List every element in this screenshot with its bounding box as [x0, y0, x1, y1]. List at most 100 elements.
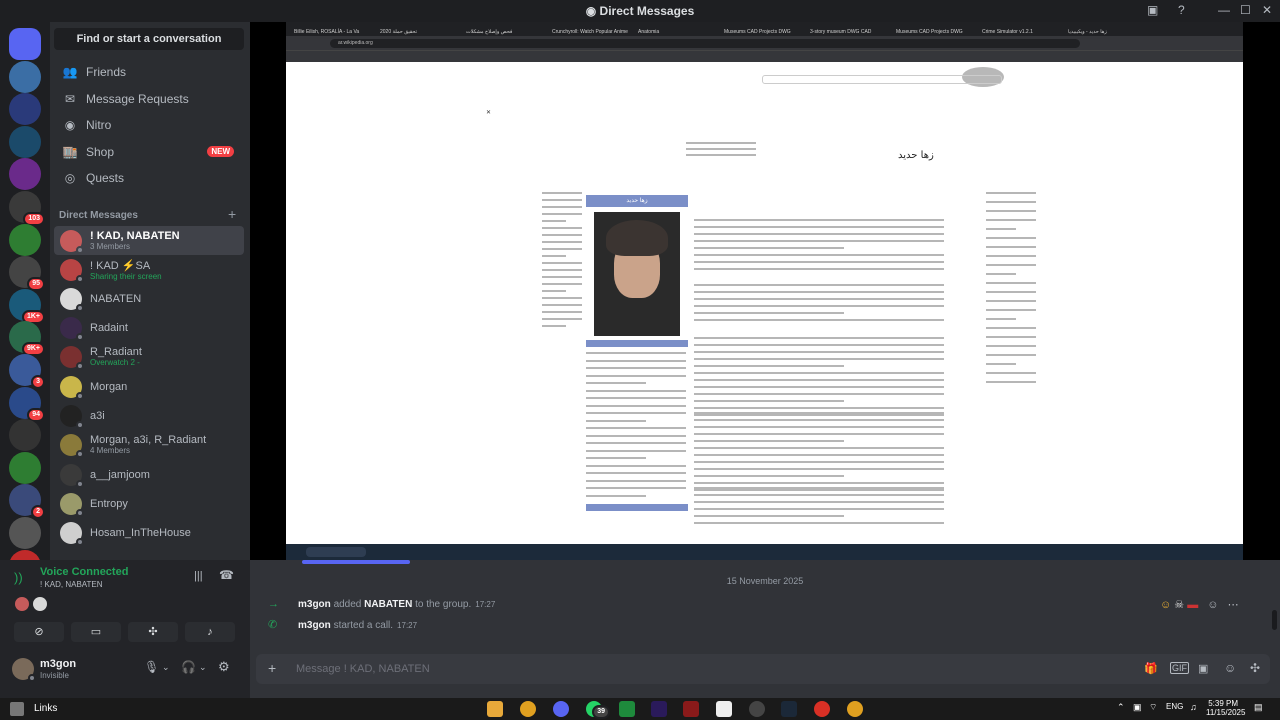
chevron-up-icon[interactable]: ⌃ [1117, 702, 1125, 713]
headphones-icon[interactable]: 🎧 [181, 660, 196, 674]
nav-item-quests[interactable]: ◎ Quests [54, 165, 244, 191]
server-icon[interactable] [9, 419, 41, 452]
avatar[interactable] [12, 658, 36, 682]
create-dm-button[interactable]: + [228, 206, 236, 222]
server-icon[interactable]: 2 [9, 484, 45, 520]
text-line [986, 246, 1036, 248]
nav-item-shop[interactable]: 🏬 Shop NEW [54, 139, 244, 165]
chrome-icon[interactable] [847, 701, 863, 717]
microphone-icon[interactable]: 🎙 [144, 660, 159, 674]
server-icon[interactable] [9, 451, 41, 484]
server-icon[interactable]: 1K+ [9, 288, 45, 324]
premiere-icon[interactable] [651, 701, 667, 717]
inbox-icon[interactable]: ▣ [1147, 3, 1158, 17]
nav-item-message-requests[interactable]: ✉ Message Requests [54, 86, 244, 112]
nav-item-friends[interactable]: 👥 Friends [54, 59, 244, 85]
chevron-down-icon[interactable]: ⌄ [199, 662, 207, 673]
notification-icon[interactable]: ▤ [1254, 702, 1263, 713]
dm-item[interactable]: Entropy [54, 489, 244, 518]
tray-icon[interactable]: ▣ [1133, 702, 1142, 713]
voice-channel[interactable]: ! KAD, NABATEN [40, 580, 103, 589]
status-dot [76, 361, 84, 370]
discord-taskbar-icon[interactable] [553, 701, 569, 717]
chat-scrollbar[interactable] [1272, 610, 1277, 630]
whatsapp-icon[interactable]: 39 [586, 701, 610, 719]
notion-icon[interactable] [716, 701, 732, 717]
server-icon[interactable]: 94 [9, 386, 45, 422]
gear-icon[interactable]: ⚙ [218, 659, 230, 675]
add-attachment-icon[interactable]: + [268, 660, 276, 676]
app-icon[interactable] [619, 701, 635, 717]
volume-icon[interactable]: ♫ [1190, 702, 1197, 712]
flag-reaction-icon[interactable]: ▬ [1187, 599, 1198, 611]
steam-icon[interactable] [781, 701, 797, 717]
add-reaction-icon[interactable]: ☺ [1207, 599, 1218, 611]
join-arrow-icon: → [268, 598, 279, 610]
text-line [694, 433, 944, 435]
find-conversation-button[interactable]: Find or start a conversation [54, 28, 244, 50]
maximize-button[interactable]: ☐ [1240, 3, 1251, 17]
help-icon[interactable]: ? [1178, 3, 1185, 17]
server-icon[interactable] [9, 517, 41, 549]
dm-item[interactable]: Hosam_InTheHouse [54, 518, 244, 547]
text-line [694, 440, 844, 442]
language-indicator[interactable]: ENG [1166, 702, 1183, 711]
close-button[interactable]: ✕ [1262, 3, 1272, 17]
server-icon[interactable]: 103 [9, 191, 45, 226]
nav-item-nitro[interactable]: ◉ Nitro [54, 112, 244, 138]
server-icon[interactable] [9, 158, 41, 191]
chevron-down-icon[interactable]: ⌄ [162, 662, 170, 673]
server-icon[interactable] [9, 60, 41, 93]
server-icon[interactable]: 9K+ [9, 321, 45, 357]
dm-item[interactable]: a__jamjoom [54, 460, 244, 489]
disconnect-icon[interactable]: ☎ [219, 568, 234, 582]
text-line [542, 297, 582, 299]
server-icon[interactable]: 3 [9, 354, 45, 389]
widgets-icon[interactable] [10, 702, 24, 716]
chrome-icon[interactable] [814, 701, 830, 717]
message-author[interactable]: m3gon [298, 620, 331, 631]
message-author[interactable]: m3gon [298, 599, 331, 610]
app-icon[interactable] [749, 701, 765, 717]
dm-item[interactable]: NABATEN [54, 284, 244, 313]
voice-status[interactable]: Voice Connected [40, 566, 128, 578]
dm-item[interactable]: ! KAD, NABATEN 3 Members [54, 226, 244, 255]
home-button[interactable] [9, 28, 41, 60]
voice-avatar[interactable] [33, 597, 47, 611]
message-target[interactable]: NABATEN [364, 599, 412, 610]
noise-suppression-icon[interactable]: ||| [194, 570, 203, 582]
dm-item[interactable]: a3i [54, 401, 244, 430]
soundboard-button[interactable]: ♪ [185, 622, 235, 642]
server-icon[interactable]: 95 [9, 256, 45, 292]
wifi-icon[interactable]: ⌔ [1149, 702, 1157, 713]
more-options-icon[interactable]: ⋯ [1228, 599, 1239, 611]
sticker-icon[interactable]: ▣ [1198, 662, 1208, 675]
minimize-button[interactable]: — [1218, 3, 1230, 17]
text-line [694, 489, 944, 491]
server-icon[interactable] [9, 93, 41, 126]
clock[interactable]: 5:39 PM 11/15/2025 [1206, 699, 1245, 717]
server-icon[interactable] [9, 223, 41, 256]
dm-item[interactable]: Morgan [54, 372, 244, 401]
voice-avatar[interactable] [15, 597, 29, 611]
message-input[interactable] [296, 654, 1096, 684]
links-toolbar[interactable]: Links [34, 703, 57, 714]
username[interactable]: m3gon [40, 658, 76, 670]
dm-item[interactable]: ! KAD ⚡SA Sharing their screen [54, 255, 244, 284]
file-explorer-icon[interactable] [487, 701, 503, 717]
share-screen-button[interactable]: ▭ [71, 622, 121, 642]
emoji-reaction-icon[interactable]: ☺ [1160, 599, 1171, 611]
gift-icon[interactable]: 🎁 [1144, 662, 1158, 675]
activities-button[interactable]: ✣ [128, 622, 178, 642]
server-icon[interactable] [9, 125, 41, 158]
chrome-icon[interactable] [520, 701, 536, 717]
dm-item[interactable]: Morgan, a3i, R_Radiant 4 Members [54, 430, 244, 459]
skull-reaction-icon[interactable]: ☠ [1174, 599, 1184, 611]
gif-icon[interactable]: GIF [1170, 662, 1189, 674]
camera-off-button[interactable]: ⊘ [14, 622, 64, 642]
emoji-icon[interactable]: ☺ [1224, 661, 1236, 675]
app-icon[interactable] [683, 701, 699, 717]
dm-item[interactable]: Radaint [54, 313, 244, 342]
dm-item[interactable]: R_Radiant Overwatch 2 - [54, 342, 244, 371]
apps-icon[interactable]: ✣ [1250, 661, 1260, 675]
